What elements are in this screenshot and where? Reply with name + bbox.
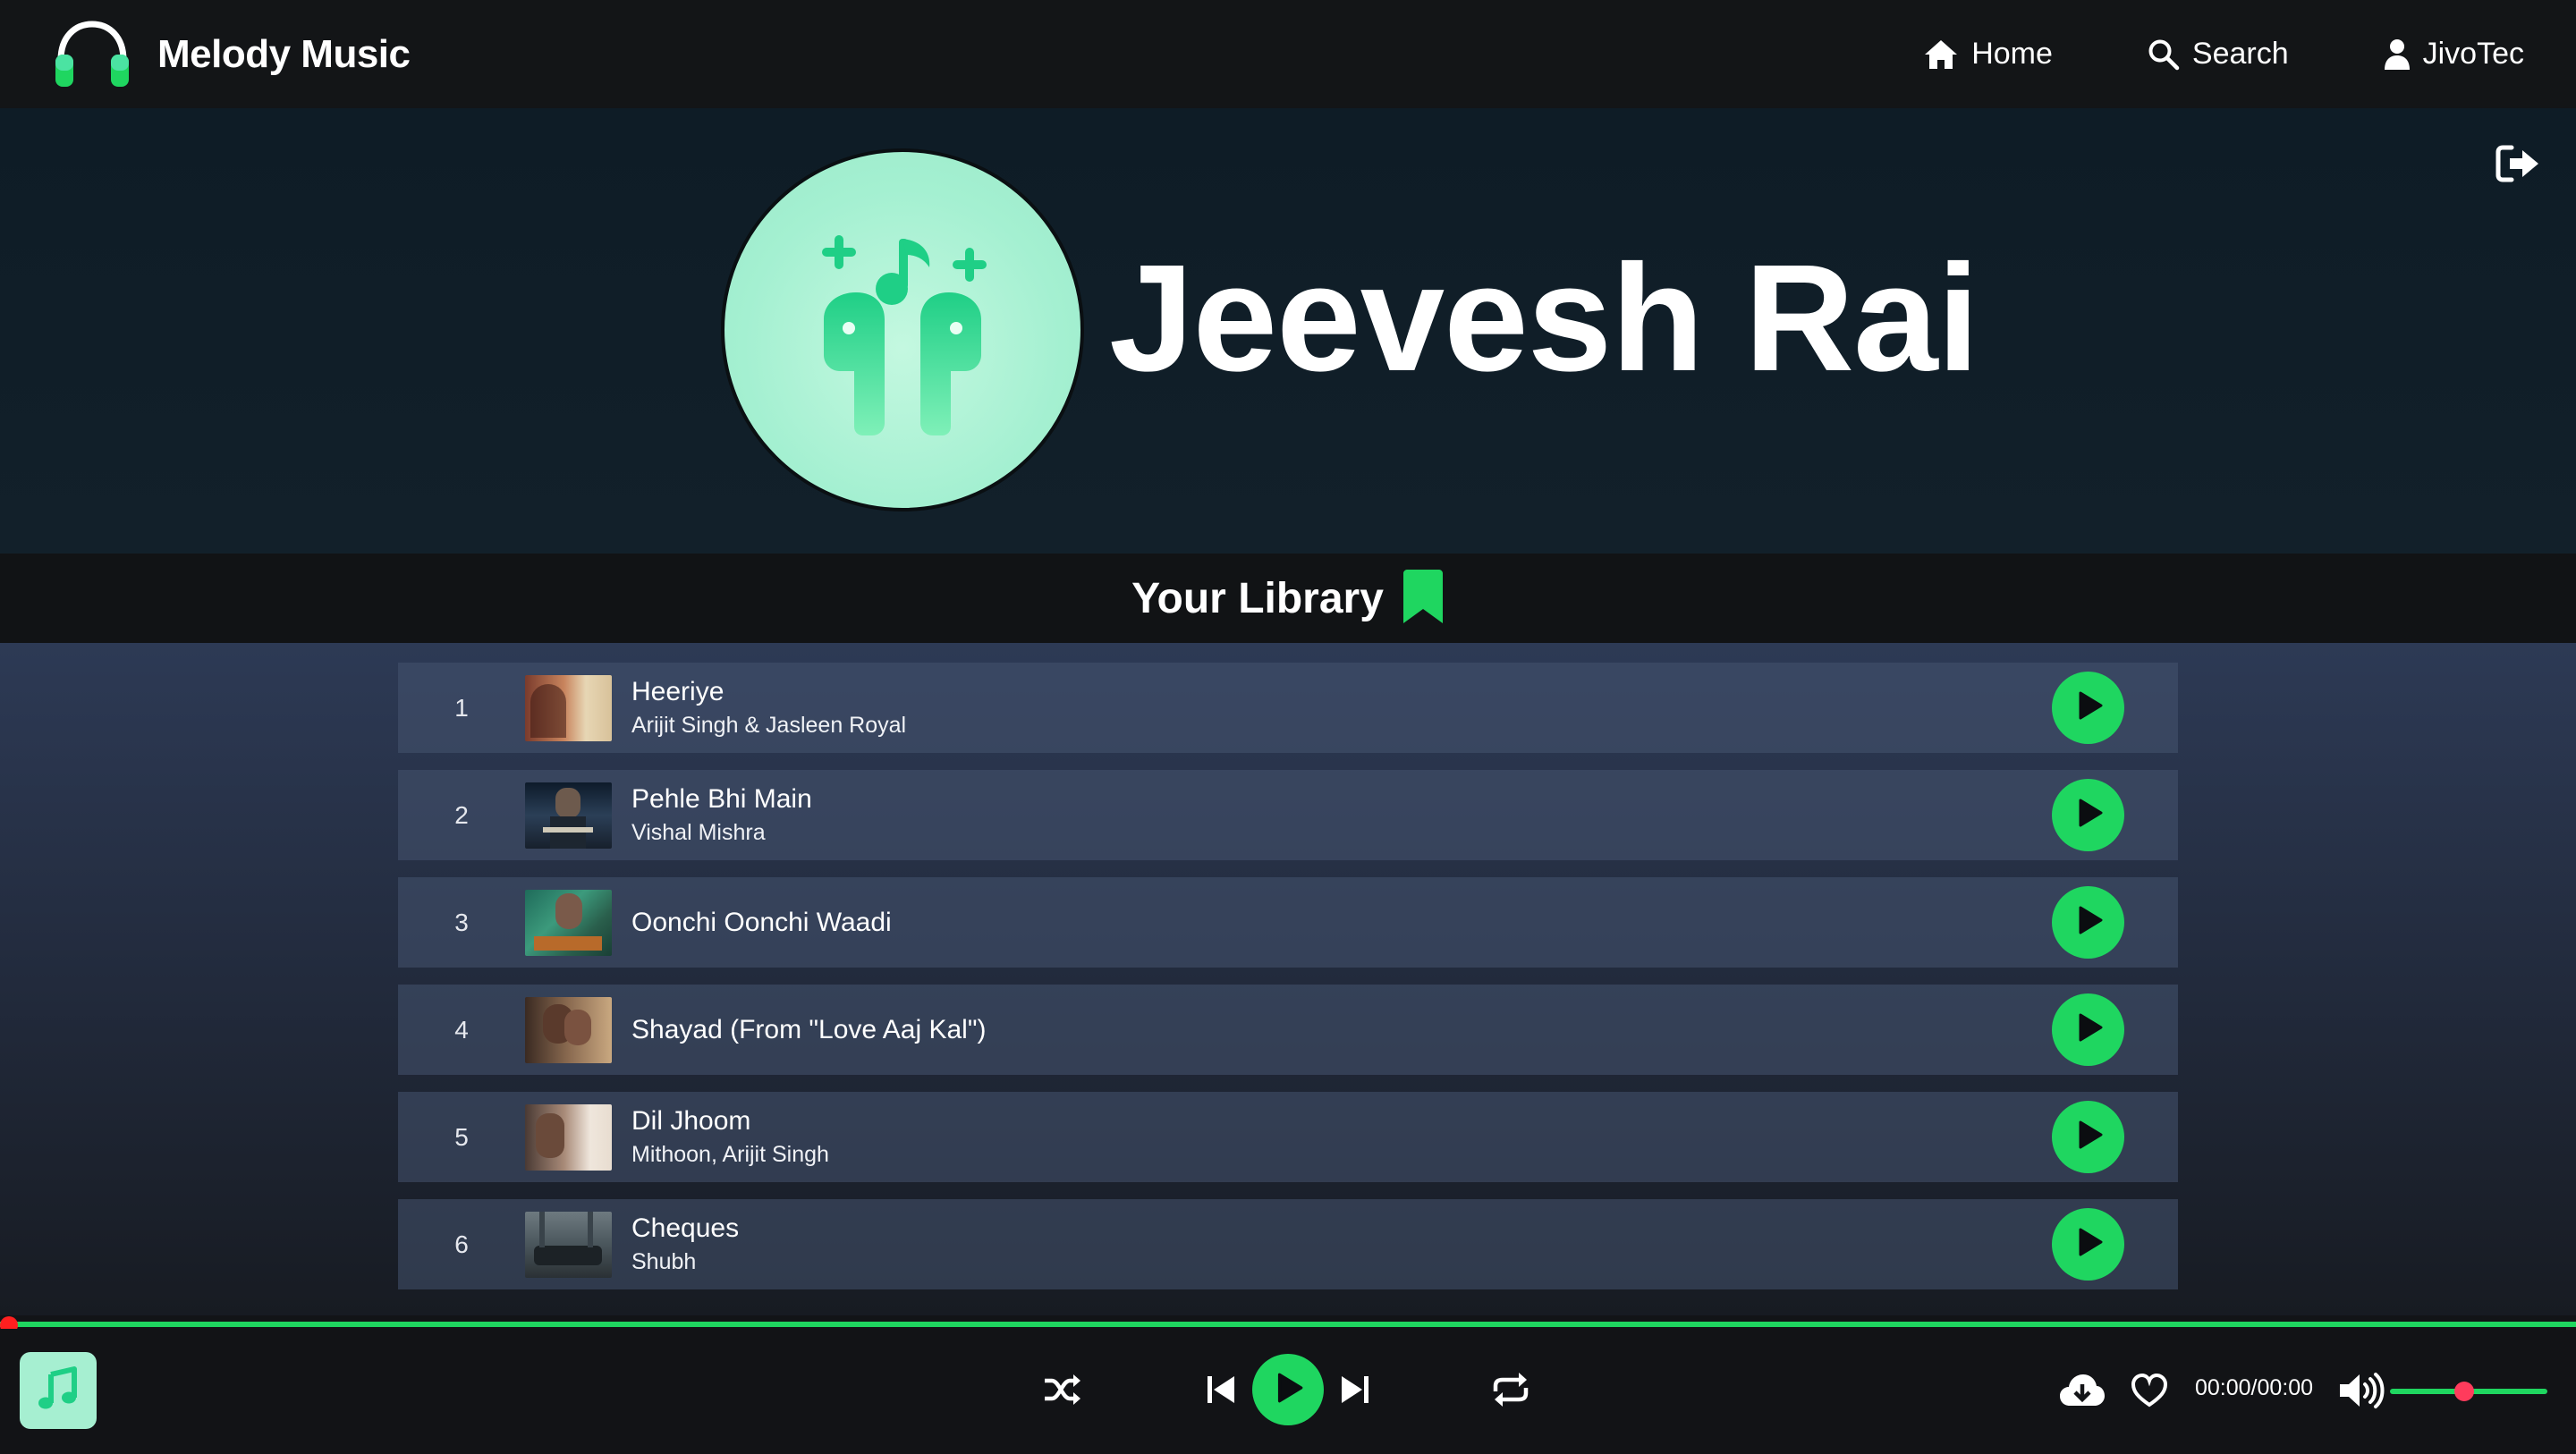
- progress-bar[interactable]: [0, 1322, 2576, 1327]
- track-info: Oonchi Oonchi Waadi: [631, 908, 892, 938]
- track-row[interactable]: 6 Cheques Shubh: [398, 1199, 2178, 1289]
- nav-links: Home Search JivoTec: [1923, 37, 2524, 72]
- music-note-icon: [35, 1365, 81, 1416]
- library-header: Your Library: [0, 554, 2576, 643]
- track-thumbnail: [525, 996, 612, 1063]
- track-number: 1: [454, 693, 469, 722]
- track-row[interactable]: 4 Shayad (From "Love Aaj Kal"): [398, 985, 2178, 1075]
- track-row[interactable]: 5 Dil Jhoom Mithoon, Arijit Singh: [398, 1092, 2178, 1182]
- play-icon: [1271, 1371, 1305, 1409]
- track-number: 6: [454, 1230, 469, 1258]
- track-title: Oonchi Oonchi Waadi: [631, 907, 892, 937]
- track-info: Pehle Bhi Main Vishal Mishra: [631, 784, 812, 846]
- track-number: 2: [454, 800, 469, 829]
- top-navbar: Melody Music Home Search JivoTec: [0, 0, 2576, 108]
- track-title: Cheques: [631, 1213, 740, 1243]
- nav-search[interactable]: Search: [2148, 37, 2289, 72]
- track-title: Heeriye: [631, 677, 724, 706]
- volume-knob[interactable]: [2453, 1382, 2474, 1401]
- profile-avatar: [721, 148, 1084, 511]
- track-title: Shayad (From "Love Aaj Kal"): [631, 1014, 987, 1044]
- track-title: Pehle Bhi Main: [631, 784, 812, 814]
- brand-name: Melody Music: [157, 31, 411, 76]
- track-info: Shayad (From "Love Aaj Kal"): [631, 1015, 986, 1045]
- play-button[interactable]: [2052, 886, 2124, 959]
- nav-user-label: JivoTec: [2422, 37, 2524, 71]
- download-cloud-icon[interactable]: [2059, 1372, 2106, 1408]
- track-list: 1 Heeriye Arijit Singh & Jasleen Royal 2…: [0, 643, 2576, 1315]
- bookmark-icon: [1402, 568, 1445, 630]
- play-icon: [2072, 689, 2105, 726]
- play-button[interactable]: [2052, 779, 2124, 851]
- track-number: 5: [454, 1122, 469, 1151]
- track-row[interactable]: 2 Pehle Bhi Main Vishal Mishra: [398, 770, 2178, 860]
- nav-home[interactable]: Home: [1923, 37, 2053, 72]
- track-row[interactable]: 3 Oonchi Oonchi Waadi: [398, 877, 2178, 968]
- search-icon: [2148, 38, 2180, 71]
- earbuds-music-icon: [786, 214, 1019, 446]
- headphones-icon: [52, 19, 132, 90]
- track-thumbnail: [525, 1103, 612, 1171]
- next-icon[interactable]: [1340, 1374, 1370, 1406]
- track-artist: Arijit Singh & Jasleen Royal: [631, 713, 907, 738]
- track-info: Dil Jhoom Mithoon, Arijit Singh: [631, 1106, 829, 1168]
- home-icon: [1923, 38, 1959, 71]
- play-button[interactable]: [2052, 672, 2124, 744]
- play-icon: [2072, 1011, 2105, 1048]
- volume-icon[interactable]: [2338, 1372, 2386, 1409]
- track-number: 3: [454, 908, 469, 936]
- play-button[interactable]: [2052, 1101, 2124, 1173]
- logout-icon[interactable]: [2494, 142, 2542, 190]
- play-icon: [2072, 1119, 2105, 1155]
- profile-name: Jeevesh Rai: [1109, 233, 1979, 403]
- heart-icon[interactable]: [2131, 1374, 2168, 1408]
- nav-user[interactable]: JivoTec: [2384, 37, 2524, 72]
- track-thumbnail: [525, 1211, 612, 1278]
- track-number: 4: [454, 1015, 469, 1044]
- track-thumbnail: [525, 782, 612, 849]
- brand[interactable]: Melody Music: [52, 19, 411, 90]
- track-row[interactable]: 1 Heeriye Arijit Singh & Jasleen Royal: [398, 663, 2178, 753]
- track-info: Cheques Shubh: [631, 1213, 739, 1275]
- track-thumbnail: [525, 889, 612, 956]
- profile-hero: Jeevesh Rai: [0, 108, 2576, 554]
- play-icon: [2072, 904, 2105, 941]
- track-title: Dil Jhoom: [631, 1106, 751, 1136]
- track-thumbnail: [525, 674, 612, 741]
- main-play-button[interactable]: [1252, 1354, 1324, 1425]
- nav-search-label: Search: [2191, 37, 2289, 71]
- time-display: 00:00/00:00: [2195, 1375, 2314, 1400]
- user-icon: [2384, 38, 2411, 71]
- play-icon: [2072, 1226, 2105, 1263]
- shuffle-icon[interactable]: [1043, 1372, 1082, 1408]
- play-icon: [2072, 797, 2105, 833]
- play-button[interactable]: [2052, 993, 2124, 1066]
- track-artist: Mithoon, Arijit Singh: [631, 1142, 829, 1167]
- nav-home-label: Home: [1971, 37, 2053, 71]
- player-bar: 00:00/00:00: [0, 1329, 2576, 1454]
- repeat-icon[interactable]: [1490, 1370, 1531, 1409]
- library-title: Your Library: [1131, 574, 1384, 622]
- previous-icon[interactable]: [1206, 1374, 1236, 1406]
- track-artist: Vishal Mishra: [631, 820, 766, 845]
- now-playing-art: [20, 1352, 97, 1429]
- track-info: Heeriye Arijit Singh & Jasleen Royal: [631, 677, 906, 739]
- play-button[interactable]: [2052, 1208, 2124, 1281]
- track-artist: Shubh: [631, 1249, 697, 1274]
